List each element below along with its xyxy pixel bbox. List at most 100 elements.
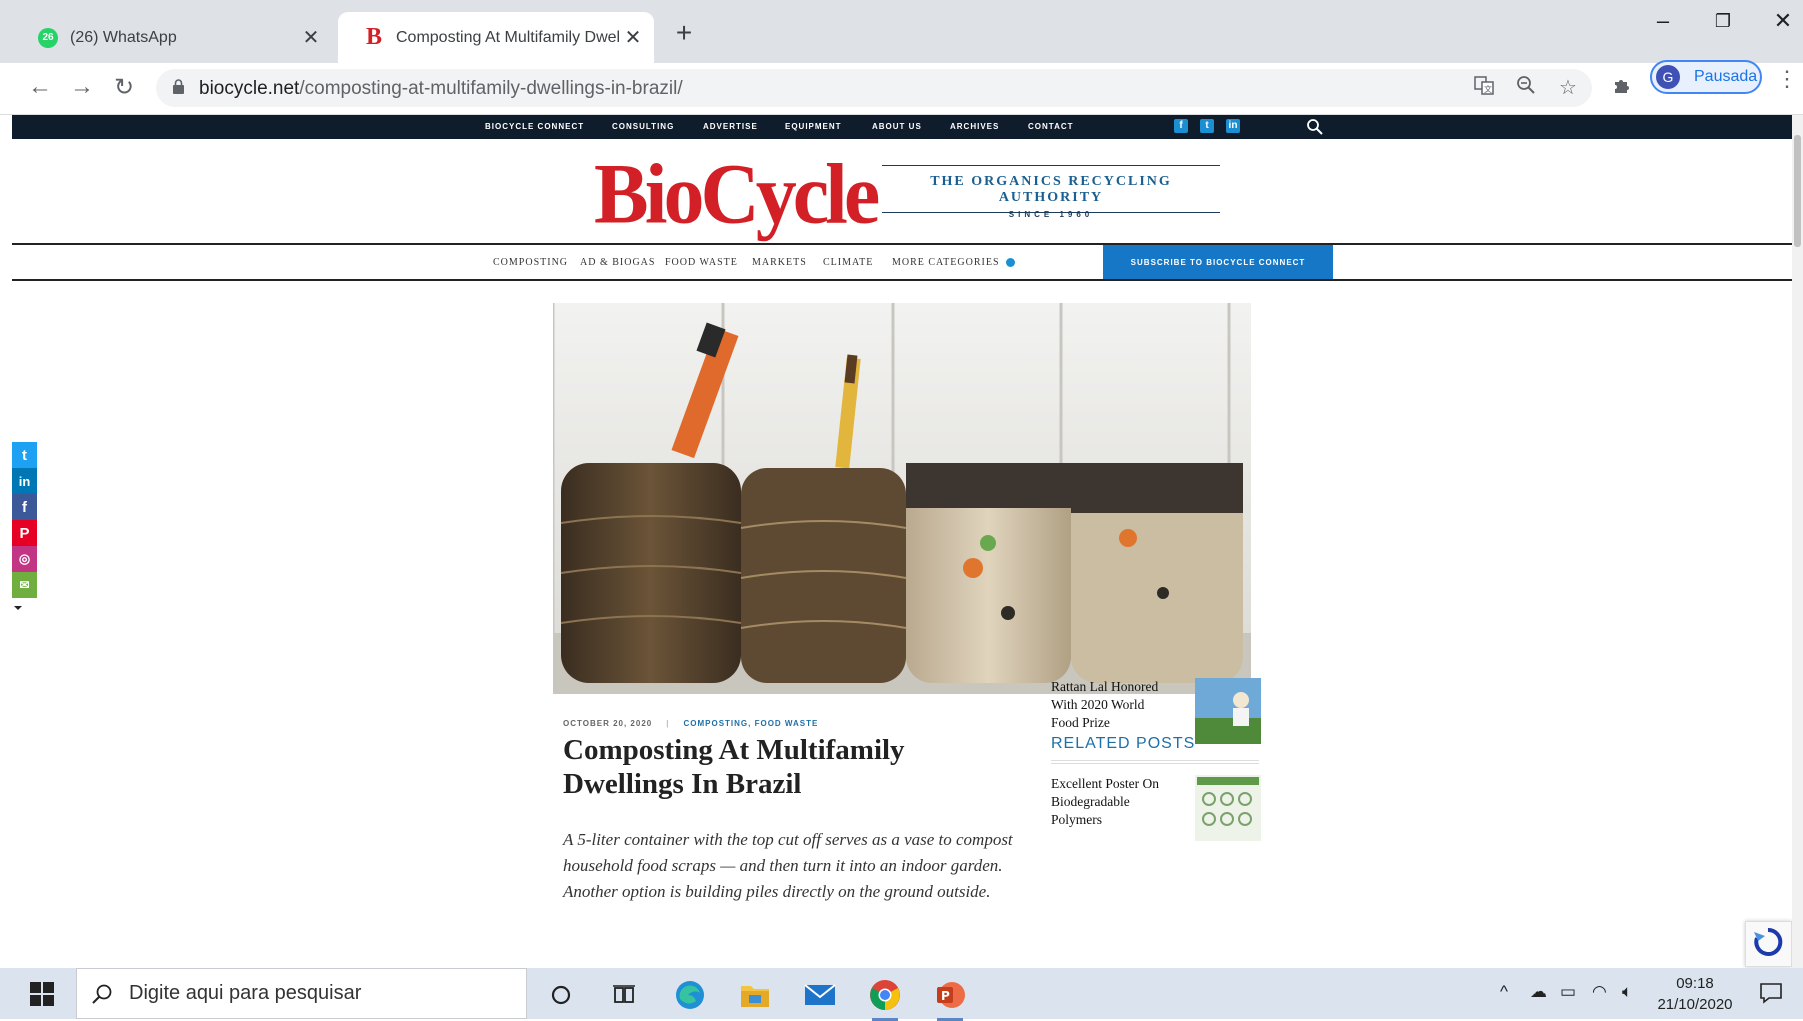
- tagline: THE ORGANICS RECYCLING AUTHORITY: [930, 174, 1172, 205]
- article-meta: OCTOBER 20, 2020 | COMPOSTING, FOOD WASTE: [563, 719, 818, 728]
- edge-browser-icon[interactable]: [673, 978, 707, 1012]
- recaptcha-icon: [1754, 927, 1783, 956]
- zoom-icon[interactable]: [1512, 75, 1540, 101]
- recaptcha-badge[interactable]: [1745, 921, 1792, 967]
- wifi-icon[interactable]: ◠: [1592, 982, 1607, 1002]
- browser-menu-icon[interactable]: ⋮: [1776, 66, 1798, 92]
- volume-icon[interactable]: 🔈︎: [1622, 982, 1632, 1002]
- translate-icon[interactable]: 文: [1470, 75, 1498, 101]
- hero-image[interactable]: [553, 303, 1251, 694]
- close-window-button[interactable]: ✕: [1761, 8, 1803, 34]
- tagline-box: THE ORGANICS RECYCLING AUTHORITY SINCE 1…: [882, 165, 1220, 219]
- reload-button[interactable]: ↻: [108, 73, 140, 102]
- related-post-title[interactable]: Excellent Poster On Biodegradable Polyme…: [1051, 775, 1175, 829]
- chevron-down-icon: [1005, 258, 1015, 268]
- share-collapse-icon[interactable]: [13, 603, 23, 613]
- clock-time: 09:18: [1676, 975, 1714, 992]
- restore-button[interactable]: ❐: [1701, 11, 1745, 32]
- biocycle-favicon-icon: B: [365, 24, 382, 50]
- browser-tab-strip: 26 (26) WhatsApp ✕ B Composting At Multi…: [0, 0, 1803, 63]
- article-excerpt: A 5-liter container with the top cut off…: [563, 830, 1013, 901]
- file-explorer-icon[interactable]: [738, 978, 772, 1012]
- taskbar-clock[interactable]: 09:18 21/10/2020: [1650, 973, 1740, 1015]
- share-linkedin-icon[interactable]: in: [12, 468, 37, 494]
- related-post-thumbnail[interactable]: [1195, 678, 1261, 744]
- tab-whatsapp[interactable]: 26 (26) WhatsApp ✕: [12, 12, 332, 63]
- chrome-icon[interactable]: [868, 978, 902, 1021]
- svg-text:P: P: [941, 989, 950, 1003]
- battery-icon[interactable]: ▭: [1560, 982, 1576, 1002]
- taskbar-search-input[interactable]: Digite aqui para pesquisar: [76, 968, 527, 1019]
- category-composting[interactable]: COMPOSTING: [493, 257, 568, 268]
- article-date: OCTOBER 20, 2020: [563, 719, 653, 728]
- search-icon: [92, 984, 112, 1004]
- web-page: BIOCYCLE CONNECT CONSULTING ADVERTISE EQ…: [12, 115, 1792, 968]
- whatsapp-favicon-icon: 26: [38, 27, 58, 48]
- nav-link-archives[interactable]: ARCHIVES: [950, 122, 999, 131]
- nav-link-advertise[interactable]: ADVERTISE: [703, 122, 758, 131]
- category-climate[interactable]: CLIMATE: [823, 257, 873, 268]
- mail-icon[interactable]: [803, 978, 837, 1012]
- share-bar: t in f P ◎ ✉: [12, 442, 37, 598]
- close-icon[interactable]: ✕: [620, 25, 646, 50]
- share-twitter-icon[interactable]: t: [12, 442, 37, 468]
- top-nav-bar: BIOCYCLE CONNECT CONSULTING ADVERTISE EQ…: [12, 115, 1792, 139]
- tab-biocycle[interactable]: B Composting At Multifamily Dwell ✕: [338, 12, 654, 63]
- cortana-icon[interactable]: [544, 978, 578, 1012]
- share-pinterest-icon[interactable]: P: [12, 520, 37, 546]
- profile-label: Pausada: [1694, 68, 1758, 85]
- windows-taskbar: Digite aqui para pesquisar P ^ ☁ ▭ ◠ 🔈︎ …: [0, 968, 1803, 1021]
- new-tab-button[interactable]: +: [668, 17, 700, 49]
- search-icon[interactable]: [1306, 118, 1324, 136]
- article-categories[interactable]: COMPOSTING, FOOD WASTE: [683, 719, 818, 728]
- share-instagram-icon[interactable]: ◎: [12, 546, 37, 572]
- twitter-icon[interactable]: t: [1200, 119, 1214, 133]
- since-label: SINCE 1960: [1008, 210, 1094, 219]
- nav-link-contact[interactable]: CONTACT: [1028, 122, 1074, 131]
- url-host: biocycle.net: [199, 78, 300, 99]
- share-email-icon[interactable]: ✉: [12, 572, 37, 598]
- notification-center-icon[interactable]: [1759, 982, 1783, 1004]
- minimize-button[interactable]: –: [1641, 8, 1685, 34]
- category-food-waste[interactable]: FOOD WASTE: [665, 257, 738, 268]
- facebook-icon[interactable]: f: [1174, 119, 1188, 133]
- nav-link-equipment[interactable]: EQUIPMENT: [785, 122, 842, 131]
- category-more[interactable]: MORE CATEGORIES: [892, 257, 1015, 268]
- category-nav: COMPOSTING AD & BIOGAS FOOD WASTE MARKET…: [12, 243, 1792, 281]
- profile-button[interactable]: G Pausada: [1650, 60, 1762, 94]
- nav-link-consulting[interactable]: CONSULTING: [612, 122, 674, 131]
- category-ad-biogas[interactable]: AD & BIOGAS: [580, 257, 655, 268]
- forward-button[interactable]: →: [66, 73, 98, 101]
- linkedin-icon[interactable]: in: [1226, 119, 1240, 133]
- page-scrollbar[interactable]: [1792, 115, 1803, 968]
- url-path: /composting-at-multifamily-dwellings-in-…: [299, 78, 683, 99]
- share-facebook-icon[interactable]: f: [12, 494, 37, 520]
- bookmark-star-icon[interactable]: ☆: [1554, 75, 1582, 100]
- url-text[interactable]: biocycle.net/composting-at-multifamily-d…: [199, 78, 683, 100]
- avatar: G: [1656, 65, 1680, 89]
- category-markets[interactable]: MARKETS: [752, 257, 807, 268]
- nav-link-biocycle-connect[interactable]: BIOCYCLE CONNECT: [485, 122, 584, 131]
- back-button[interactable]: ←: [24, 73, 56, 101]
- nav-link-about-us[interactable]: ABOUT US: [872, 122, 922, 131]
- address-bar[interactable]: biocycle.net/composting-at-multifamily-d…: [156, 69, 1592, 107]
- lock-icon: [173, 79, 184, 94]
- onedrive-icon[interactable]: ☁: [1530, 982, 1547, 1002]
- tray-expand-icon[interactable]: ^: [1500, 982, 1508, 1002]
- biocycle-logo[interactable]: BioCycle: [594, 145, 880, 244]
- browser-toolbar: ← → ↻ biocycle.net/composting-at-multifa…: [0, 63, 1803, 115]
- related-divider: [1051, 760, 1259, 761]
- task-view-icon[interactable]: [607, 978, 641, 1012]
- svg-text:文: 文: [1484, 84, 1492, 94]
- related-post-thumbnail[interactable]: [1195, 775, 1261, 841]
- windows-start-icon[interactable]: [30, 982, 54, 1006]
- scrollbar-thumb[interactable]: [1794, 135, 1801, 247]
- taskbar-search-placeholder: Digite aqui para pesquisar: [129, 982, 362, 1004]
- extensions-puzzle-icon[interactable]: [1606, 74, 1638, 102]
- close-icon[interactable]: ✕: [298, 25, 324, 50]
- powerpoint-icon[interactable]: P: [933, 978, 967, 1021]
- subscribe-button[interactable]: SUBSCRIBE TO BIOCYCLE CONNECT: [1103, 245, 1333, 279]
- related-post-title[interactable]: Rattan Lal Honored With 2020 World Food …: [1051, 678, 1175, 732]
- tab-title: Composting At Multifamily Dwell: [396, 28, 620, 46]
- meta-separator: |: [666, 719, 670, 728]
